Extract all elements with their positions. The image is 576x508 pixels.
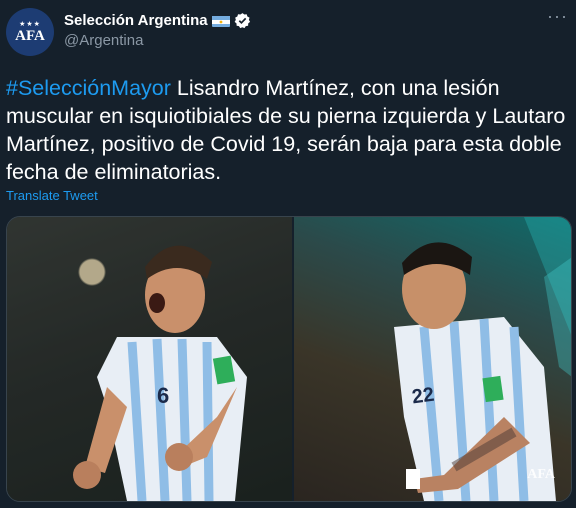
avatar[interactable]: ★★★ AFA	[6, 8, 54, 56]
more-options-icon[interactable]: ···	[547, 6, 568, 27]
media-grid[interactable]: 6 22 AFA	[6, 216, 572, 502]
verified-badge-icon	[234, 12, 251, 29]
display-name[interactable]: Selección Argentina	[64, 12, 208, 29]
name-row: Selección Argentina	[64, 12, 251, 29]
tweet-text: #SelecciónMayor Lisandro Martínez, con u…	[6, 74, 572, 186]
translate-tweet-link[interactable]: Translate Tweet	[6, 188, 98, 203]
argentina-flag-icon	[211, 15, 230, 27]
photo-lautaro[interactable]: 22 AFA	[293, 217, 571, 501]
jersey-number-left: 6	[157, 383, 170, 408]
avatar-crest-text: AFA	[15, 27, 45, 44]
jersey-number-right: 22	[410, 383, 436, 409]
tweet-card[interactable]: ★★★ AFA Selección Argentina @Argentina ·…	[0, 0, 576, 508]
hashtag-link[interactable]: #SelecciónMayor	[6, 76, 171, 100]
photo-lisandro[interactable]: 6	[7, 217, 292, 501]
handle[interactable]: @Argentina	[64, 32, 143, 49]
afa-watermark: AFA	[527, 467, 555, 482]
